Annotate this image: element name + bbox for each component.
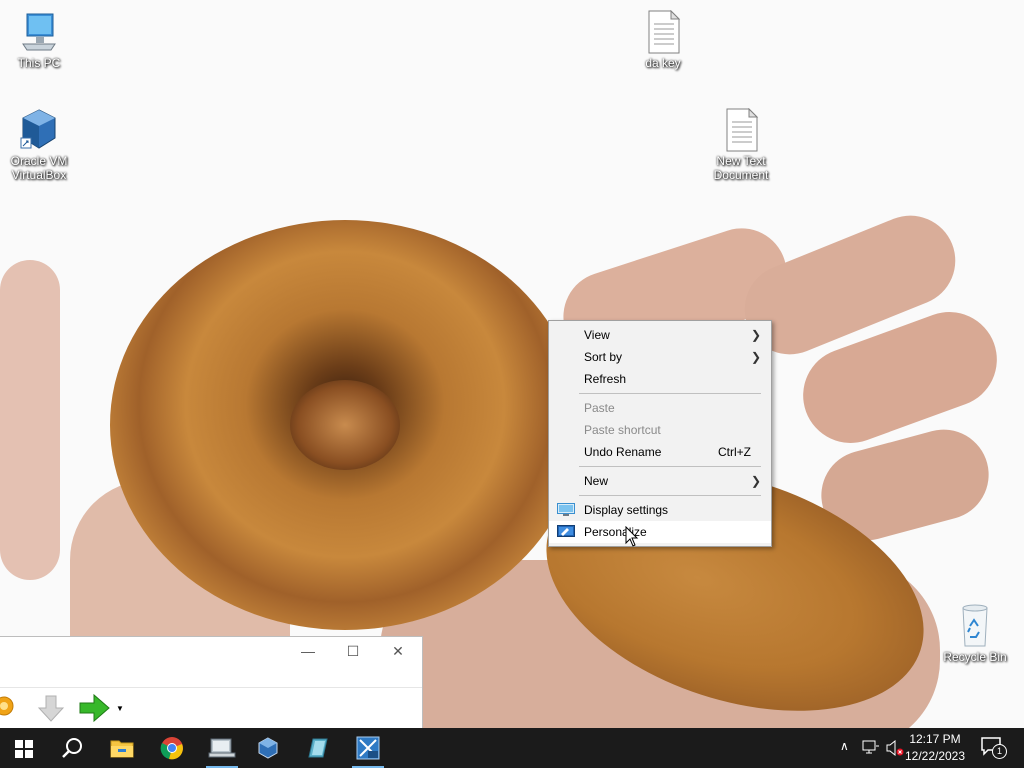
settings-gear-icon[interactable] [0, 692, 18, 722]
menu-separator [579, 393, 761, 394]
text-file-icon [643, 9, 683, 54]
desktop-context-menu: View ❯ Sort by ❯ Refresh Paste Paste sho… [548, 320, 772, 547]
dropdown-caret-icon[interactable]: ▼ [116, 704, 124, 713]
menu-item-paste: Paste [549, 397, 771, 419]
menu-item-display-settings[interactable]: Display settings [549, 499, 771, 521]
wallpaper-hand [0, 260, 60, 580]
this-pc-icon [19, 10, 59, 54]
virtualbox-icon [19, 108, 59, 152]
desktop-icon-label: New Text Document [713, 154, 769, 182]
window-toolbar: ▼ [0, 688, 422, 729]
arrow-right-icon[interactable] [78, 693, 112, 723]
server-2000-icon [356, 736, 380, 760]
app-icon [308, 738, 328, 758]
desktop-icon-this-pc[interactable]: This PC [1, 10, 77, 70]
chevron-right-icon: ❯ [750, 328, 761, 342]
taskbar-file-explorer[interactable] [98, 728, 146, 768]
window-titlebar[interactable]: — ☐ ✕ [0, 637, 422, 688]
chrome-icon [160, 737, 183, 760]
text-file-icon [721, 107, 761, 152]
clock-time: 12:17 PM [909, 732, 961, 746]
desktop-icon-da-key[interactable]: da key [625, 9, 701, 70]
desktop-icon-label: Oracle VM VirtualBox [10, 154, 68, 182]
taskbar: ∧ 12:17 PM 12/22/2023 1 [0, 728, 1024, 768]
notification-center-button[interactable]: 1 [980, 736, 1008, 760]
desktop-icon-recycle-bin[interactable]: Recycle Bin [937, 604, 1013, 664]
start-button[interactable] [0, 728, 48, 768]
maximize-button[interactable]: ☐ [333, 643, 373, 663]
chevron-up-icon[interactable]: ∧ [840, 739, 849, 753]
taskbar-server-2000[interactable] [344, 728, 392, 768]
menu-item-sort-by[interactable]: Sort by ❯ [549, 346, 771, 368]
search-icon [62, 738, 82, 758]
menu-item-personalize[interactable]: Personalize [549, 521, 771, 543]
network-icon[interactable] [862, 740, 880, 756]
notification-count-badge: 1 [992, 744, 1007, 759]
menu-item-undo-rename[interactable]: Undo Rename Ctrl+Z [549, 441, 771, 463]
chevron-right-icon: ❯ [750, 350, 761, 364]
close-button[interactable]: ✕ [378, 643, 418, 663]
file-explorer-icon [110, 740, 134, 758]
display-settings-icon [557, 503, 575, 516]
menu-item-label: Sort by [584, 350, 623, 364]
menu-item-refresh[interactable]: Refresh [549, 368, 771, 390]
desktop-icon-virtualbox[interactable]: Oracle VM VirtualBox [1, 108, 77, 182]
menu-item-view[interactable]: View ❯ [549, 324, 771, 346]
recycle-bin-icon [955, 604, 995, 648]
menu-item-label: View [584, 328, 610, 342]
personalize-icon [557, 525, 575, 537]
menu-item-shortcut: Ctrl+Z [718, 445, 751, 459]
chevron-right-icon: ❯ [750, 474, 761, 488]
desktop-wallpaper [0, 0, 1024, 728]
desktop-icon-new-text-document[interactable]: New Text Document [703, 107, 779, 182]
taskbar-control-panel[interactable] [198, 728, 246, 768]
menu-item-paste-shortcut: Paste shortcut [549, 419, 771, 441]
menu-separator [579, 495, 761, 496]
taskbar-virtualbox[interactable] [244, 728, 292, 768]
clock[interactable]: 12:17 PM 12/22/2023 [900, 731, 970, 765]
clock-date: 12/22/2023 [904, 749, 966, 763]
search-button[interactable] [48, 728, 96, 768]
app-window-partial: — ☐ ✕ ▼ [0, 636, 423, 729]
system-tray: ∧ 12:17 PM 12/22/2023 1 [830, 728, 1024, 768]
control-panel-icon [208, 738, 236, 758]
desktop-icon-label: Recycle Bin [943, 650, 1007, 664]
menu-item-label: New [584, 474, 609, 488]
virtualbox-icon [258, 737, 278, 759]
taskbar-chrome[interactable] [148, 728, 196, 768]
start-icon [15, 740, 33, 758]
arrow-down-icon[interactable] [36, 694, 66, 724]
menu-item-new[interactable]: New ❯ [549, 470, 771, 492]
menu-item-label: Paste shortcut [584, 423, 661, 437]
taskbar-app[interactable] [294, 728, 342, 768]
menu-item-label: Refresh [584, 372, 627, 386]
menu-separator [579, 466, 761, 467]
wallpaper-swirl [290, 380, 400, 470]
menu-item-label: Paste [584, 401, 615, 415]
mouse-cursor-icon [625, 526, 639, 547]
minimize-button[interactable]: — [288, 643, 328, 663]
menu-item-label: Display settings [584, 503, 669, 517]
desktop-icon-label: This PC [17, 56, 61, 70]
menu-item-label: Undo Rename [584, 445, 662, 459]
desktop-icon-label: da key [645, 56, 681, 70]
